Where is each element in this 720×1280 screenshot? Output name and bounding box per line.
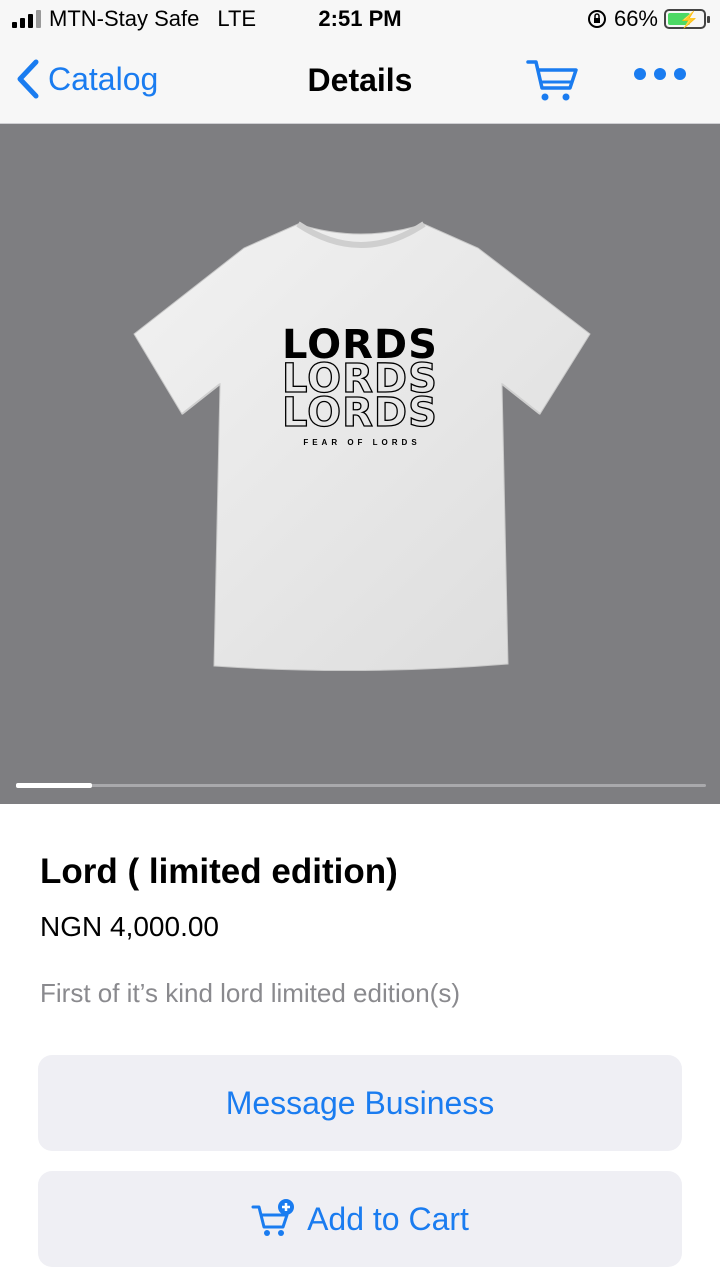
carousel-progress-indicator [16,783,92,788]
message-business-label: Message Business [225,1084,495,1121]
shirt-print: LORDS LORDS LORDS FEAR OF LORDS [281,325,442,447]
carousel-progress-track [16,784,706,787]
status-right: 66% ⚡ [586,6,710,32]
add-to-cart-label: Add to Cart [307,1200,469,1237]
product-title: Lord ( limited edition) [40,852,398,891]
battery-percent: 66% [613,6,658,31]
orientation-lock-icon [587,10,606,28]
print-text-outline: LORDS [281,390,438,436]
nav-bar: Catalog Details [0,40,720,124]
battery-charging-icon: ⚡ [664,9,710,29]
status-bar: MTN-Stay Safe LTE 2:51 PM 66% ⚡ [0,0,720,40]
print-tagline: FEAR OF LORDS [303,438,421,447]
product-description: First of it’s kind lord limited edition(… [40,978,460,1008]
tshirt-image [133,221,591,672]
add-to-cart-button[interactable]: Add to Cart [38,1171,682,1267]
more-icon[interactable] [634,68,686,80]
cart-add-icon [251,1199,295,1236]
product-image-carousel[interactable]: LORDS LORDS LORDS FEAR OF LORDS [0,124,720,804]
cart-icon[interactable] [526,58,578,104]
page-title: Details [307,62,413,98]
product-price: NGN 4,000.00 [40,911,219,942]
message-business-button[interactable]: Message Business [38,1055,682,1151]
